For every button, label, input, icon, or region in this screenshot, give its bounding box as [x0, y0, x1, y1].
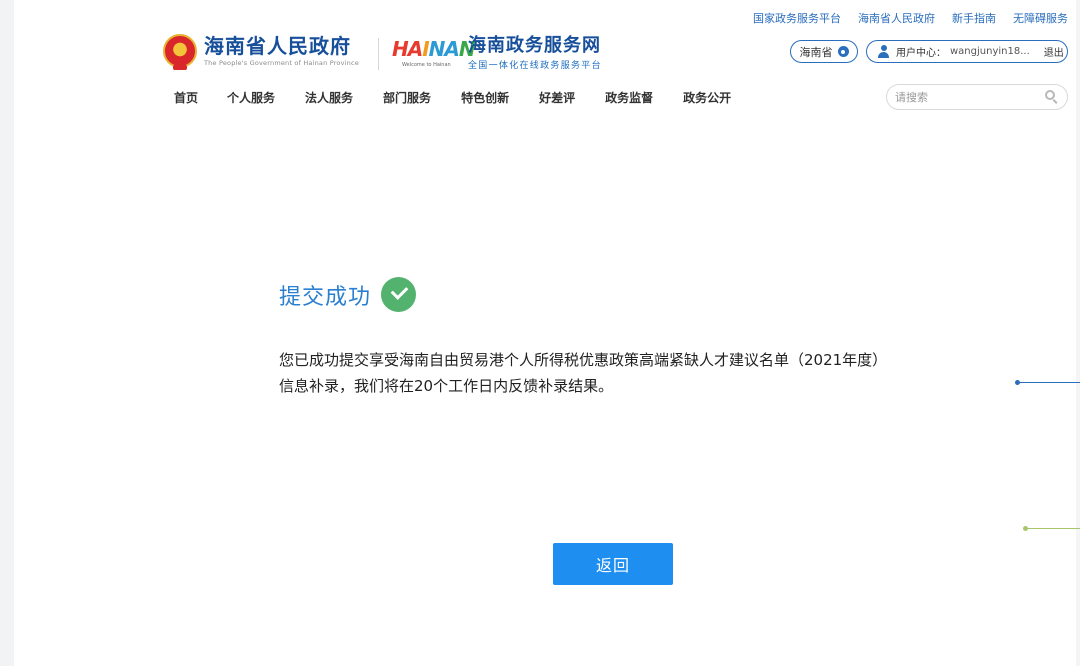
decorative-dot-green: [1023, 526, 1028, 531]
success-title: 提交成功: [279, 284, 372, 310]
nav-department-services[interactable]: 部门服务: [383, 89, 431, 106]
right-edge-strip: [1076, 0, 1080, 666]
gov-logo-text: 海南省人民政府 The People's Government of Haina…: [204, 35, 359, 67]
nav-featured-innovation[interactable]: 特色创新: [461, 89, 509, 106]
logout-link[interactable]: 退出: [1044, 44, 1064, 59]
nav-gov-supervision[interactable]: 政务监督: [605, 89, 653, 106]
decorative-dot-blue: [1015, 380, 1020, 385]
search-input[interactable]: [895, 90, 1045, 104]
user-center-label[interactable]: 用户中心：: [896, 44, 946, 59]
gov-subtitle: The People's Government of Hainan Provin…: [204, 59, 359, 67]
top-link-accessibility[interactable]: 无障碍服务: [1013, 10, 1068, 26]
hainan-brand-logo[interactable]: HAINAN Welcome to Hainan: [392, 33, 476, 73]
back-button[interactable]: 返回: [553, 543, 673, 585]
user-name[interactable]: wangjunyin18...: [950, 46, 1030, 57]
region-label: 海南省: [799, 45, 833, 59]
success-message-line-1: 您已成功提交享受海南自由贸易港个人所得税优惠政策高端紧缺人才建议名单（2021年…: [279, 351, 888, 369]
gov-logo[interactable]: 海南省人民政府 The People's Government of Haina…: [163, 34, 359, 70]
national-emblem-icon: [163, 34, 197, 70]
main-nav: 首页 个人服务 法人服务 部门服务 特色创新 好差评 政务监督 政务公开: [174, 89, 731, 106]
top-links: 国家政务服务平台 海南省人民政府 新手指南 无障碍服务: [753, 10, 1068, 26]
service-subtitle: 全国一体化在线政务服务平台: [468, 61, 602, 71]
nav-personal-services[interactable]: 个人服务: [227, 89, 275, 106]
gov-title: 海南省人民政府: [204, 34, 351, 58]
hainan-wordmark: HAINAN: [392, 37, 476, 61]
region-selector[interactable]: 海南省: [790, 40, 858, 63]
user-icon: [877, 45, 890, 58]
service-title: 海南政务服务网: [468, 35, 601, 56]
decorative-line-green: [1026, 528, 1080, 529]
nav-gov-disclosure[interactable]: 政务公开: [683, 89, 731, 106]
logo-divider: [378, 38, 379, 70]
success-heading: 提交成功: [279, 277, 417, 312]
top-link-provincial-gov[interactable]: 海南省人民政府: [858, 10, 935, 26]
check-circle-icon: [381, 277, 417, 312]
nav-corporate-services[interactable]: 法人服务: [305, 89, 353, 106]
search-box: [886, 84, 1068, 110]
user-center: 用户中心： wangjunyin18... 退出: [866, 40, 1068, 63]
location-pin-icon: [837, 46, 849, 57]
nav-home[interactable]: 首页: [174, 89, 198, 106]
top-link-national-platform[interactable]: 国家政务服务平台: [753, 10, 841, 26]
search-icon[interactable]: [1045, 90, 1059, 104]
success-message: 您已成功提交享受海南自由贸易港个人所得税优惠政策高端紧缺人才建议名单（2021年…: [279, 347, 959, 399]
service-logo[interactable]: 海南政务服务网 全国一体化在线政务服务平台: [468, 35, 602, 72]
page: 国家政务服务平台 海南省人民政府 新手指南 无障碍服务 海南省人民政府 The …: [0, 0, 1080, 666]
top-link-guide[interactable]: 新手指南: [952, 10, 996, 26]
success-message-line-2: 信息补录，我们将在20个工作日内反馈补录结果。: [279, 377, 614, 395]
decorative-line-blue: [1018, 382, 1080, 383]
left-margin-strip: [0, 0, 14, 666]
hainan-tagline: Welcome to Hainan: [402, 62, 451, 68]
nav-rating[interactable]: 好差评: [539, 89, 575, 106]
